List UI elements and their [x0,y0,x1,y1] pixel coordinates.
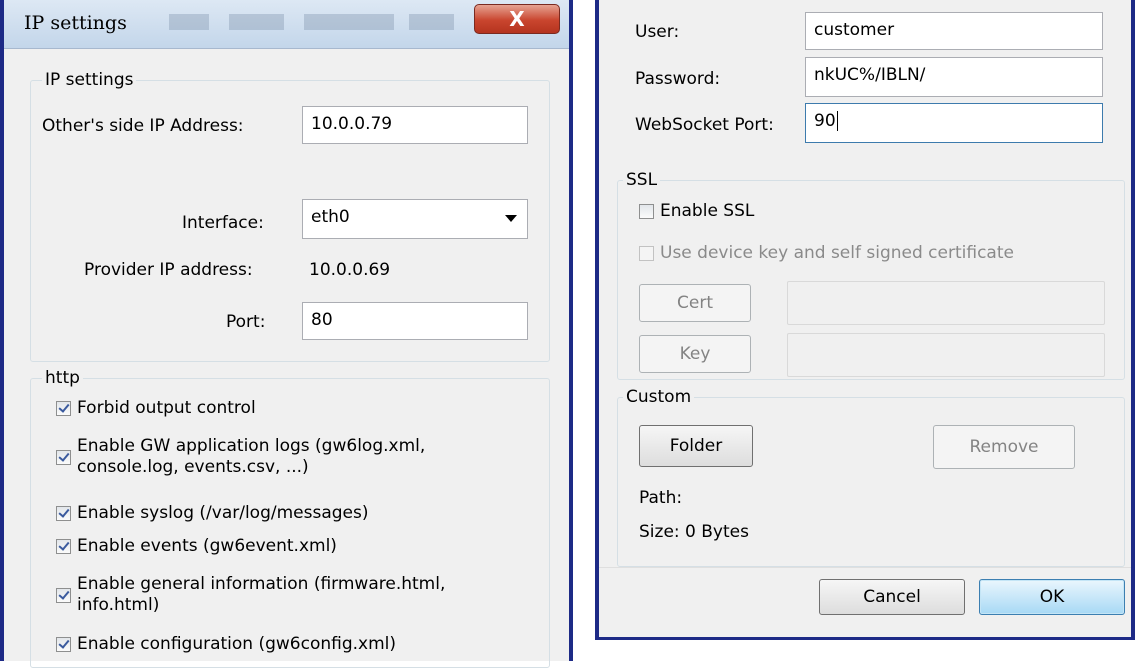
remove-button-label: Remove [969,437,1039,457]
custom-group-label: Custom [623,387,695,407]
close-icon: X [509,7,525,31]
checkbox-label: Enable GW application logs (gw6log.xml, … [77,436,426,477]
path-label: Path: [639,488,683,508]
cancel-button[interactable]: Cancel [819,579,965,615]
checkbox-box[interactable] [639,246,654,261]
websocket-port-value: 90 [814,111,836,131]
other-ip-label: Other's side IP Address: [42,116,244,136]
ip-settings-dialog: IP settings X IP settings Other's side I… [0,0,573,668]
websocket-port-label: WebSocket Port: [635,115,774,135]
other-ip-value: 10.0.0.79 [311,114,393,134]
ok-button[interactable]: OK [979,579,1125,615]
cert-button[interactable]: Cert [639,284,751,322]
checkbox-box[interactable] [56,539,71,554]
enable-general-info-checkbox[interactable]: Enable general information (firmware.htm… [56,574,445,616]
checkbox-label: Enable events (gw6event.xml) [77,536,337,556]
title-bar-blur [229,14,284,30]
checkbox-label: Enable configuration (gw6config.xml) [77,634,397,654]
title-bar-blur [409,14,454,30]
interface-value: eth0 [311,207,350,227]
provider-ip-value: 10.0.0.69 [309,260,391,280]
title-bar-blur [169,14,209,30]
enable-configuration-checkbox[interactable]: Enable configuration (gw6config.xml) [56,634,396,655]
user-label: User: [635,22,680,42]
checkbox-label: Enable syslog (/var/log/messages) [77,503,369,523]
password-label: Password: [635,69,721,89]
ip-settings-group-label: IP settings [42,70,137,90]
checkbox-box[interactable] [56,449,71,465]
checkbox-label: Use device key and self signed certifica… [660,243,1014,263]
checkbox-label: Enable SSL [660,201,755,221]
folder-button-label: Folder [669,436,723,456]
title-bar[interactable]: IP settings X [4,0,569,49]
other-ip-input[interactable]: 10.0.0.79 [302,106,528,144]
checkbox-box[interactable] [56,506,71,521]
provider-ip-label: Provider IP address: [84,260,253,280]
window-title: IP settings [24,12,127,34]
password-input[interactable]: nkUC%/IBLN/ [805,57,1103,97]
ssl-group-label: SSL [623,170,661,190]
key-button[interactable]: Key [639,335,751,373]
title-bar-blur [304,14,394,30]
checkbox-label: Enable general information (firmware.htm… [77,574,446,615]
enable-ssl-checkbox[interactable]: Enable SSL [639,201,754,222]
key-button-label: Key [679,344,711,364]
interface-label: Interface: [182,213,264,233]
websocket-port-input[interactable]: 90 [805,103,1103,143]
cancel-button-label: Cancel [863,587,921,607]
folder-button[interactable]: Folder [639,425,753,467]
http-group-label: http [42,368,83,388]
close-button[interactable]: X [474,4,560,34]
checkbox-label: Forbid output control [77,398,256,418]
enable-syslog-checkbox[interactable]: Enable syslog (/var/log/messages) [56,503,369,524]
cert-button-label: Cert [677,293,713,313]
cert-path-field[interactable] [787,281,1105,325]
dialog-footer: Cancel OK [599,567,1131,637]
remove-button[interactable]: Remove [933,425,1075,469]
checkbox-box[interactable] [56,637,71,652]
use-device-key-checkbox[interactable]: Use device key and self signed certifica… [639,243,1014,264]
user-input[interactable]: customer [805,12,1103,50]
enable-events-checkbox[interactable]: Enable events (gw6event.xml) [56,536,337,557]
port-label: Port: [226,312,266,332]
port-value: 80 [311,310,333,330]
size-label: Size: 0 Bytes [639,522,749,542]
checkbox-box[interactable] [639,204,654,219]
text-caret [836,111,838,131]
enable-gw-logs-checkbox[interactable]: Enable GW application logs (gw6log.xml, … [56,436,425,478]
password-value: nkUC%/IBLN/ [814,65,926,85]
interface-select[interactable]: eth0 [302,199,528,239]
checkbox-box[interactable] [56,587,71,603]
checkbox-box[interactable] [56,401,71,416]
chevron-down-icon [505,215,517,222]
ok-button-label: OK [1039,587,1065,607]
forbid-output-control-checkbox[interactable]: Forbid output control [56,398,256,419]
key-path-field[interactable] [787,333,1105,377]
user-value: customer [814,20,895,40]
connection-settings-dialog: User: customer Password: nkUC%/IBLN/ Web… [595,0,1135,640]
port-input[interactable]: 80 [302,302,528,340]
